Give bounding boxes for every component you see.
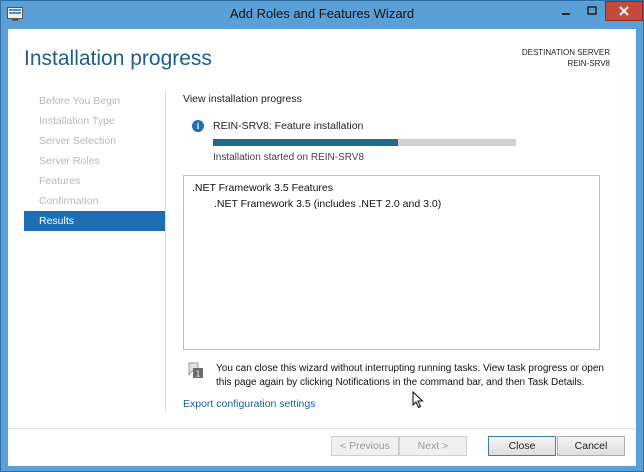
window-close-button[interactable] <box>605 1 643 21</box>
export-configuration-link[interactable]: Export configuration settings <box>183 398 316 410</box>
destination-server: DESTINATION SERVER REIN-SRV8 <box>522 47 610 69</box>
title-bar[interactable]: Add Roles and Features Wizard <box>1 1 643 29</box>
maximize-button[interactable] <box>579 1 605 21</box>
page-title: Installation progress <box>24 47 212 70</box>
destination-server-name: REIN-SRV8 <box>567 59 610 68</box>
step-installation-type: Installation Type <box>39 115 115 127</box>
wizard-steps-nav: Before You Begin Installation Type Serve… <box>24 91 165 231</box>
notification-flag-icon: 1 <box>188 362 203 379</box>
minimize-icon <box>562 13 570 15</box>
next-button[interactable]: Next > <box>399 436 467 456</box>
minimize-button[interactable] <box>553 1 579 21</box>
sidebar-divider <box>165 91 166 411</box>
maximize-icon <box>587 6 597 15</box>
mouse-pointer-icon <box>412 391 424 409</box>
install-progress-bar <box>213 139 516 146</box>
install-status-text: Installation started on REIN-SRV8 <box>213 152 365 163</box>
wizard-window: Add Roles and Features Wizard Installati… <box>0 0 644 472</box>
close-icon <box>619 6 629 16</box>
info-icon: i <box>192 120 204 132</box>
section-label: View installation progress <box>183 93 302 105</box>
wizard-client-area: Installation progress DESTINATION SERVER… <box>8 29 636 466</box>
previous-button[interactable]: < Previous <box>331 436 399 456</box>
feature-group-item: .NET Framework 3.5 Features <box>192 182 334 194</box>
footer-divider <box>8 428 636 429</box>
step-results[interactable]: Results <box>24 211 165 231</box>
feature-sub-item: .NET Framework 3.5 (includes .NET 2.0 an… <box>214 198 442 210</box>
cancel-button[interactable]: Cancel <box>557 436 625 456</box>
feature-install-title: REIN-SRV8: Feature installation <box>213 120 364 132</box>
step-before-you-begin: Before You Begin <box>39 95 121 107</box>
progress-fill <box>213 139 398 146</box>
step-server-selection: Server Selection <box>39 135 117 147</box>
close-wizard-notice: You can close this wizard without interr… <box>216 363 604 388</box>
destination-label: DESTINATION SERVER <box>521 48 610 57</box>
features-list[interactable]: .NET Framework 3.5 Features .NET Framewo… <box>183 175 600 350</box>
step-server-roles: Server Roles <box>39 155 100 167</box>
step-features: Features <box>39 175 81 187</box>
close-button[interactable]: Close <box>488 436 556 456</box>
step-confirmation: Confirmation <box>39 195 99 207</box>
window-title: Add Roles and Features Wizard <box>229 6 415 21</box>
svg-text:1: 1 <box>196 370 201 379</box>
